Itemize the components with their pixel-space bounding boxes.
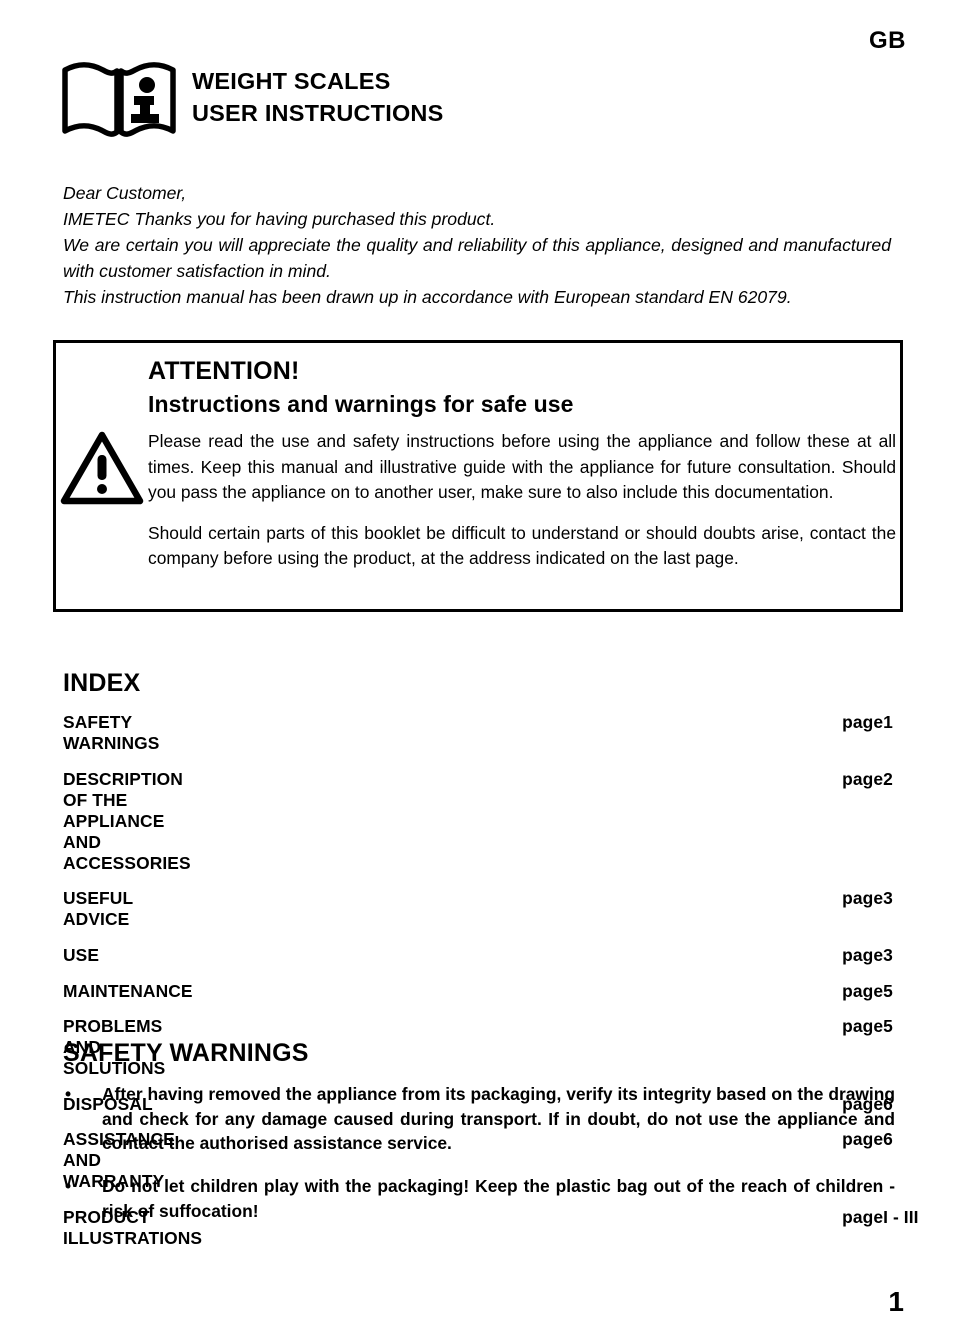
index-entry-page-number: 2: [883, 768, 893, 789]
list-item-text: Do not let children play with the packag…: [102, 1176, 895, 1221]
intro-line-3: We are certain you will appreciate the q…: [63, 235, 891, 282]
attention-box: ATTENTION! Instructions and warnings for…: [53, 340, 903, 612]
attention-heading: ATTENTION!: [148, 357, 300, 385]
index-entry-page-number: 3: [883, 888, 893, 909]
index-entry-title: SAFETY WARNINGS: [63, 712, 160, 754]
index-entry-page-number: 1: [883, 712, 893, 733]
attention-subheading: Instructions and warnings for safe use: [148, 390, 574, 417]
index-row[interactable]: USEFUL ADVICE page 3: [63, 881, 919, 938]
footer-page-number: 1: [888, 1286, 904, 1317]
index-entry-title: USE: [63, 945, 100, 966]
intro-line-2: IMETEC Thanks you for having purchased t…: [63, 209, 496, 230]
index-entry-page-label: page: [842, 980, 884, 1001]
safety-warnings-heading: SAFETY WARNINGS: [63, 1039, 309, 1067]
title-line-1: WEIGHT SCALES: [192, 68, 391, 94]
warning-triangle-icon: [60, 431, 144, 505]
intro-line-4: This instruction manual has been drawn u…: [63, 287, 792, 308]
bullet-icon: •: [65, 1084, 72, 1104]
list-item: • Do not let children play with the pack…: [63, 1174, 895, 1223]
attention-paragraph-1: Please read the use and safety instructi…: [148, 431, 896, 503]
title-text-group: WEIGHT SCALES USER INSTRUCTIONS: [192, 66, 443, 130]
index-entry-title: DESCRIPTION OF THE APPLIANCE AND ACCESSO…: [63, 768, 191, 873]
index-row[interactable]: SAFETY WARNINGS page 1: [63, 705, 919, 762]
list-item-text: After having removed the appliance from …: [102, 1084, 895, 1154]
attention-heading-group: ATTENTION! Instructions and warnings for…: [148, 355, 888, 419]
index-row[interactable]: DESCRIPTION OF THE APPLIANCE AND ACCESSO…: [63, 762, 919, 882]
index-entry-page-label: page: [842, 945, 884, 966]
index-entry-page-label: page: [842, 888, 884, 909]
intro-salutation: Dear Customer,: [63, 183, 187, 203]
language-code: GB: [869, 27, 906, 54]
index-heading: INDEX: [63, 669, 141, 697]
index-entry-page-number: 5: [883, 980, 893, 1001]
safety-warnings-list: • After having removed the appliance fro…: [63, 1082, 895, 1224]
bullet-icon: •: [65, 1176, 72, 1197]
index-entry-page-number: 3: [883, 945, 893, 966]
index-entry-page-label: page: [842, 712, 884, 733]
index-row[interactable]: MAINTENANCE page 5: [63, 973, 919, 1009]
title-line-2: USER INSTRUCTIONS: [192, 99, 444, 126]
attention-paragraph-2: Should certain parts of this booklet be …: [148, 522, 896, 569]
index-row[interactable]: USE page 3: [63, 938, 919, 974]
index-entry-title: USEFUL ADVICE: [63, 888, 133, 930]
intro-paragraph-block: Dear Customer, IMETEC Thanks you for hav…: [63, 180, 891, 310]
document-title-block: WEIGHT SCALES USER INSTRUCTIONS: [60, 60, 443, 140]
list-item: • After having removed the appliance fro…: [63, 1082, 895, 1156]
index-entry-page-label: page: [842, 768, 884, 789]
index-entry-title: MAINTENANCE: [63, 980, 193, 1001]
attention-body: Please read the use and safety instructi…: [148, 429, 896, 572]
safety-warnings-section: SAFETY WARNINGS • After having removed t…: [63, 1038, 895, 1224]
manual-book-info-icon: [60, 62, 178, 140]
